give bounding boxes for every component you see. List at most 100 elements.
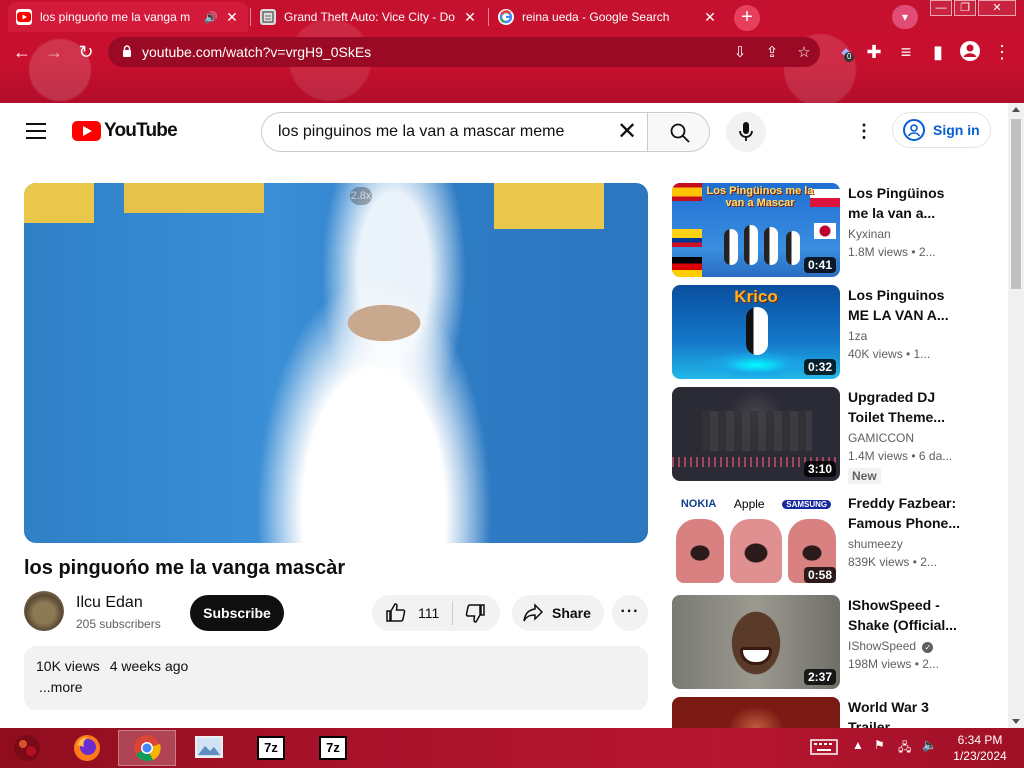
search-icon [670, 123, 690, 143]
restore-window-icon[interactable]: ❐ [954, 0, 976, 16]
menu-hamburger-icon[interactable] [26, 123, 46, 139]
windows-taskbar: 7z 7z ▲ ⚑ 🖧 🔈 6:34 PM 1/23/2024 [0, 728, 1024, 768]
youtube-play-icon [72, 121, 101, 141]
close-tab-icon[interactable]: ✕ [224, 9, 240, 26]
clear-search-icon[interactable]: ✕ [613, 119, 641, 147]
recommendation-item[interactable]: NOKIA Apple SAMSUNG 0:58 Freddy Fazbear:… [672, 493, 972, 587]
system-clock[interactable]: 6:34 PM 1/23/2024 [950, 732, 1010, 764]
taskbar-7zip-2[interactable]: 7z [304, 730, 362, 766]
subscribe-button[interactable]: Subscribe [190, 595, 284, 631]
new-tab-button[interactable]: + [734, 5, 760, 31]
close-tab-icon[interactable]: ✕ [702, 9, 718, 26]
recommendation-meta: 1.4M views • 6 da... [848, 449, 953, 463]
close-window-icon[interactable]: ✕ [978, 0, 1016, 16]
like-button[interactable]: 111 [372, 595, 452, 631]
share-button[interactable]: Share [512, 595, 604, 631]
video-thumbnail[interactable] [672, 697, 840, 728]
action-center-flag-icon[interactable]: ⚑ [874, 738, 885, 752]
firefox-icon [74, 735, 100, 761]
lock-icon[interactable] [112, 44, 142, 60]
recommendation-item[interactable]: Krico 0:32 Los Pinguinos ME LA VAN A... … [672, 285, 972, 379]
tab-gta-vice-city[interactable]: Grand Theft Auto: Vice City - Do ✕ [252, 2, 486, 32]
recommendation-title[interactable]: Los Pinguinos ME LA VAN A... [848, 285, 968, 325]
show-hidden-icons-chevron-icon[interactable]: ▲ [852, 738, 864, 752]
search-input[interactable] [278, 123, 598, 141]
more-actions-icon[interactable]: ··· [612, 595, 648, 631]
tab-title: los pinguońo me la vanga m [40, 10, 191, 24]
recommendation-title[interactable]: IShowSpeed - Shake (Official... [848, 595, 968, 635]
tab-youtube[interactable]: los pinguońo me la vanga m 🔊 ✕ [8, 2, 248, 32]
recommendation-item[interactable]: 3:10 Upgraded DJ Toilet Theme... GAMICCO… [672, 387, 972, 484]
taskbar-7zip-1[interactable]: 7z [242, 730, 300, 766]
description-box[interactable]: 10K views 4 weeks ago ...more [24, 646, 648, 710]
taskbar-image-viewer[interactable] [180, 730, 238, 766]
tab-title: Grand Theft Auto: Vice City - Do [284, 10, 455, 24]
extensions-puzzle-icon[interactable]: ✚ [862, 40, 886, 64]
channel-name[interactable]: Ilcu Edan [76, 594, 143, 612]
share-page-icon[interactable]: ⇪ [756, 43, 788, 61]
recommendation-title[interactable]: Freddy Fazbear: Famous Phone... [848, 493, 968, 533]
recommendation-channel[interactable]: IShowSpeed ✓ [848, 639, 934, 653]
tab-search-chevron-icon[interactable]: ▾ [892, 5, 918, 29]
page-scrollbar[interactable] [1008, 103, 1024, 728]
sign-in-button[interactable]: Sign in [892, 112, 991, 148]
address-bar[interactable]: youtube.com/watch?v=vrgH9_0SkEs ⇩ ⇪ ☆ [108, 37, 820, 67]
start-orb-icon [14, 735, 40, 761]
samsung-label: SAMSUNG [782, 499, 832, 509]
dislike-button[interactable] [453, 595, 500, 631]
clock-time: 6:34 PM [957, 733, 1003, 747]
media-controls-icon[interactable]: ≡ [894, 40, 918, 64]
scrollbar-thumb[interactable] [1011, 119, 1021, 289]
taskbar-chrome[interactable] [118, 730, 176, 766]
recommendation-title[interactable]: Los Pingüinos me la van a... [848, 183, 968, 223]
verified-check-icon: ✓ [922, 642, 934, 653]
install-app-icon[interactable]: ⇩ [724, 43, 756, 61]
nokia-label: NOKIA [680, 498, 717, 510]
video-player[interactable]: 2.8x [24, 183, 648, 543]
video-frame-detail [124, 183, 264, 213]
video-thumbnail[interactable]: NOKIA Apple SAMSUNG 0:58 [672, 493, 840, 587]
forward-arrow-icon[interactable]: → [42, 40, 66, 64]
start-button[interactable] [0, 730, 54, 766]
recommendation-channel[interactable]: 1za [848, 329, 867, 343]
recommendation-item[interactable]: World War 3 Trailer [672, 697, 972, 728]
show-more-link[interactable]: ...more [39, 679, 83, 695]
video-thumbnail[interactable]: 2:37 [672, 595, 840, 689]
video-thumbnail[interactable]: Los Pingüinos me la van a Mascar 0:41 [672, 183, 840, 277]
video-thumbnail[interactable]: Krico 0:32 [672, 285, 840, 379]
recommendation-item[interactable]: Los Pingüinos me la van a Mascar 0:41 Lo… [672, 183, 972, 277]
youtube-logo[interactable]: YouTube [72, 120, 178, 142]
subscriber-count: 205 subscribers [76, 617, 161, 631]
network-icon[interactable]: 🖧 [898, 738, 911, 759]
recommendation-channel[interactable]: shumeezy [848, 537, 903, 551]
keyboard-icon[interactable] [810, 739, 838, 758]
channel-avatar[interactable] [24, 591, 64, 631]
url-text[interactable]: youtube.com/watch?v=vrgH9_0SkEs [142, 44, 724, 60]
profile-avatar-icon[interactable] [958, 40, 982, 64]
minimize-window-icon[interactable]: — [930, 0, 952, 16]
apple-label: Apple [733, 497, 765, 511]
recommendation-channel[interactable]: GAMICCON [848, 431, 914, 445]
video-thumbnail[interactable]: 3:10 [672, 387, 840, 481]
side-panel-icon[interactable]: ▮ [926, 40, 950, 64]
reload-icon[interactable]: ↻ [74, 40, 98, 64]
scroll-down-arrow-icon[interactable] [1012, 719, 1020, 724]
tab-google-search[interactable]: reina ueda - Google Search ✕ [490, 2, 726, 32]
close-tab-icon[interactable]: ✕ [462, 9, 478, 26]
search-button[interactable] [647, 112, 710, 152]
extension-icon[interactable]: ◆0 [834, 40, 858, 64]
audio-playing-icon[interactable]: 🔊 [204, 11, 218, 24]
back-arrow-icon[interactable]: ← [10, 40, 34, 64]
settings-more-icon[interactable]: ⋮ [855, 119, 873, 143]
browser-menu-icon[interactable]: ⋮ [990, 40, 1014, 64]
recommendation-channel[interactable]: Kyxinan [848, 227, 891, 241]
volume-muted-icon[interactable]: 🔈 [922, 738, 937, 752]
voice-search-button[interactable] [726, 112, 766, 152]
taskbar-firefox[interactable] [58, 730, 116, 766]
recommendation-item[interactable]: 2:37 IShowSpeed - Shake (Official... ISh… [672, 595, 972, 689]
bookmark-star-icon[interactable]: ☆ [788, 43, 820, 61]
recommendation-title[interactable]: World War 3 Trailer [848, 697, 968, 728]
scroll-up-arrow-icon[interactable] [1012, 107, 1020, 112]
recommendation-title[interactable]: Upgraded DJ Toilet Theme... [848, 387, 968, 427]
logo-text: YouTube [104, 120, 178, 141]
